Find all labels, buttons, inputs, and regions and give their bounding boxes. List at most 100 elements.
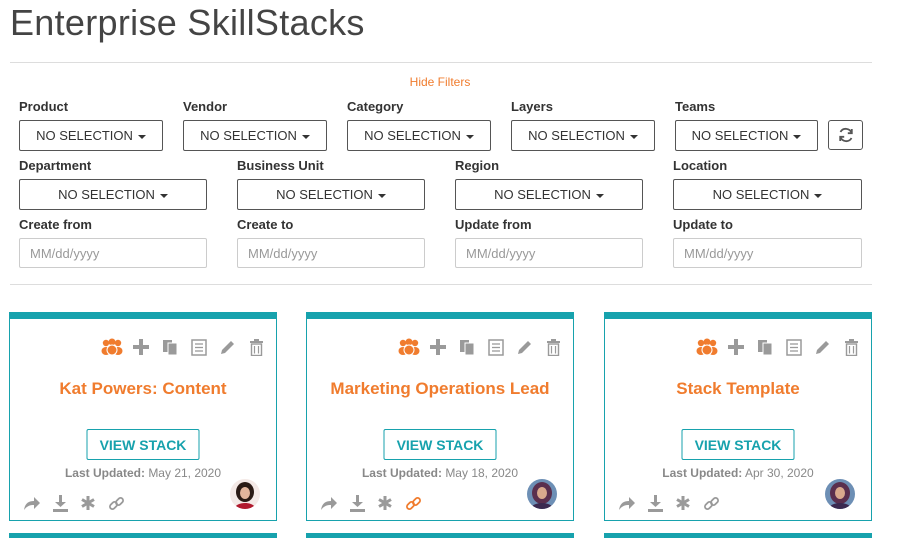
share-icon[interactable] xyxy=(319,493,339,513)
view-stack-button[interactable]: VIEW STACK xyxy=(681,429,795,460)
divider xyxy=(10,284,872,285)
filter-label-product: Product xyxy=(19,99,69,114)
stack-card-next xyxy=(604,533,872,538)
dropdown-value: NO SELECTION xyxy=(200,128,297,143)
last-updated-date: May 21, 2020 xyxy=(148,466,222,480)
filter-label-create-to: Create to xyxy=(237,217,294,232)
stack-card-next xyxy=(306,533,574,538)
last-updated-label: Last Updated: xyxy=(64,466,145,480)
link-icon[interactable] xyxy=(106,493,126,513)
pencil-icon[interactable] xyxy=(216,337,239,357)
caret-down-icon xyxy=(814,193,823,198)
dropdown-value: NO SELECTION xyxy=(691,128,789,143)
share-icon[interactable] xyxy=(22,493,42,513)
layers-dropdown[interactable]: NO SELECTION xyxy=(511,120,655,151)
filter-label-update-from: Update from xyxy=(455,217,532,232)
trash-icon[interactable] xyxy=(840,337,863,357)
card-toolbar xyxy=(695,337,863,357)
filter-label-business-unit: Business Unit xyxy=(237,158,324,173)
last-updated-date: Apr 30, 2020 xyxy=(744,466,814,480)
last-updated-label: Last Updated: xyxy=(361,466,442,480)
copy-icon[interactable] xyxy=(455,337,478,357)
department-dropdown[interactable]: NO SELECTION xyxy=(19,179,207,210)
card-title[interactable]: Marketing Operations Lead xyxy=(307,379,573,399)
create-from-input[interactable] xyxy=(19,238,207,268)
dropdown-value: NO SELECTION xyxy=(528,128,625,143)
share-icon[interactable] xyxy=(617,493,637,513)
filter-label-category: Category xyxy=(347,99,404,114)
copy-icon[interactable] xyxy=(753,337,776,357)
trash-icon[interactable] xyxy=(542,337,565,357)
caret-down-icon xyxy=(595,193,604,198)
plus-icon[interactable] xyxy=(426,337,449,357)
download-icon[interactable] xyxy=(645,493,665,513)
caret-down-icon xyxy=(629,134,638,139)
caret-down-icon xyxy=(377,193,386,198)
vendor-dropdown[interactable]: NO SELECTION xyxy=(183,120,327,151)
dropdown-value: NO SELECTION xyxy=(712,187,810,202)
card-actions xyxy=(22,493,126,513)
plus-icon[interactable] xyxy=(724,337,747,357)
link-icon[interactable] xyxy=(403,493,423,513)
page-title: Enterprise SkillStacks xyxy=(10,2,365,43)
avatar[interactable] xyxy=(230,479,260,509)
category-dropdown[interactable]: NO SELECTION xyxy=(347,120,491,151)
download-icon[interactable] xyxy=(347,493,367,513)
card-title[interactable]: Kat Powers: Content xyxy=(10,379,276,399)
refresh-button[interactable] xyxy=(828,120,863,150)
refresh-icon xyxy=(838,127,853,143)
last-updated: Last Updated: Apr 30, 2020 xyxy=(605,466,871,480)
update-from-input[interactable] xyxy=(455,238,643,268)
card-actions xyxy=(617,493,721,513)
filter-label-vendor: Vendor xyxy=(183,99,228,114)
caret-down-icon xyxy=(465,134,474,139)
stack-card: Stack Template VIEW STACK Last Updated: … xyxy=(604,312,872,521)
list-icon[interactable] xyxy=(782,337,805,357)
asterisk-icon[interactable] xyxy=(78,493,98,513)
copy-icon[interactable] xyxy=(158,337,181,357)
last-updated-label: Last Updated: xyxy=(662,466,743,480)
caret-down-icon xyxy=(137,134,146,139)
team-icon[interactable] xyxy=(397,337,420,357)
filter-label-region: Region xyxy=(455,158,500,173)
filter-label-location: Location xyxy=(673,158,728,173)
location-dropdown[interactable]: NO SELECTION xyxy=(673,179,862,210)
caret-down-icon xyxy=(301,134,310,139)
dropdown-value: NO SELECTION xyxy=(364,128,461,143)
filter-label-layers: Layers xyxy=(511,99,553,114)
pencil-icon[interactable] xyxy=(811,337,834,357)
asterisk-icon[interactable] xyxy=(673,493,693,513)
team-icon[interactable] xyxy=(100,337,123,357)
filter-label-department: Department xyxy=(19,158,92,173)
view-stack-button[interactable]: VIEW STACK xyxy=(383,429,497,460)
filter-label-update-to: Update to xyxy=(673,217,733,232)
asterisk-icon[interactable] xyxy=(375,493,395,513)
view-stack-button[interactable]: VIEW STACK xyxy=(86,429,200,460)
avatar[interactable] xyxy=(527,479,557,509)
last-updated: Last Updated: May 18, 2020 xyxy=(307,466,573,480)
product-dropdown[interactable]: NO SELECTION xyxy=(19,120,163,151)
business-unit-dropdown[interactable]: NO SELECTION xyxy=(237,179,425,210)
filter-label-teams: Teams xyxy=(675,99,716,114)
teams-dropdown[interactable]: NO SELECTION xyxy=(675,120,818,151)
avatar[interactable] xyxy=(825,479,855,509)
team-icon[interactable] xyxy=(695,337,718,357)
pencil-icon[interactable] xyxy=(513,337,536,357)
dropdown-value: NO SELECTION xyxy=(58,187,155,202)
card-toolbar xyxy=(100,337,268,357)
trash-icon[interactable] xyxy=(245,337,268,357)
update-to-input[interactable] xyxy=(673,238,862,268)
hide-filters-link[interactable]: Hide Filters xyxy=(0,75,880,89)
download-icon[interactable] xyxy=(50,493,70,513)
dropdown-value: NO SELECTION xyxy=(36,128,133,143)
link-icon[interactable] xyxy=(701,493,721,513)
plus-icon[interactable] xyxy=(129,337,152,357)
list-icon[interactable] xyxy=(187,337,210,357)
create-to-input[interactable] xyxy=(237,238,425,268)
region-dropdown[interactable]: NO SELECTION xyxy=(455,179,643,210)
card-title[interactable]: Stack Template xyxy=(605,379,871,399)
dropdown-value: NO SELECTION xyxy=(276,187,373,202)
last-updated: Last Updated: May 21, 2020 xyxy=(10,466,276,480)
stack-card-next xyxy=(9,533,277,538)
list-icon[interactable] xyxy=(484,337,507,357)
